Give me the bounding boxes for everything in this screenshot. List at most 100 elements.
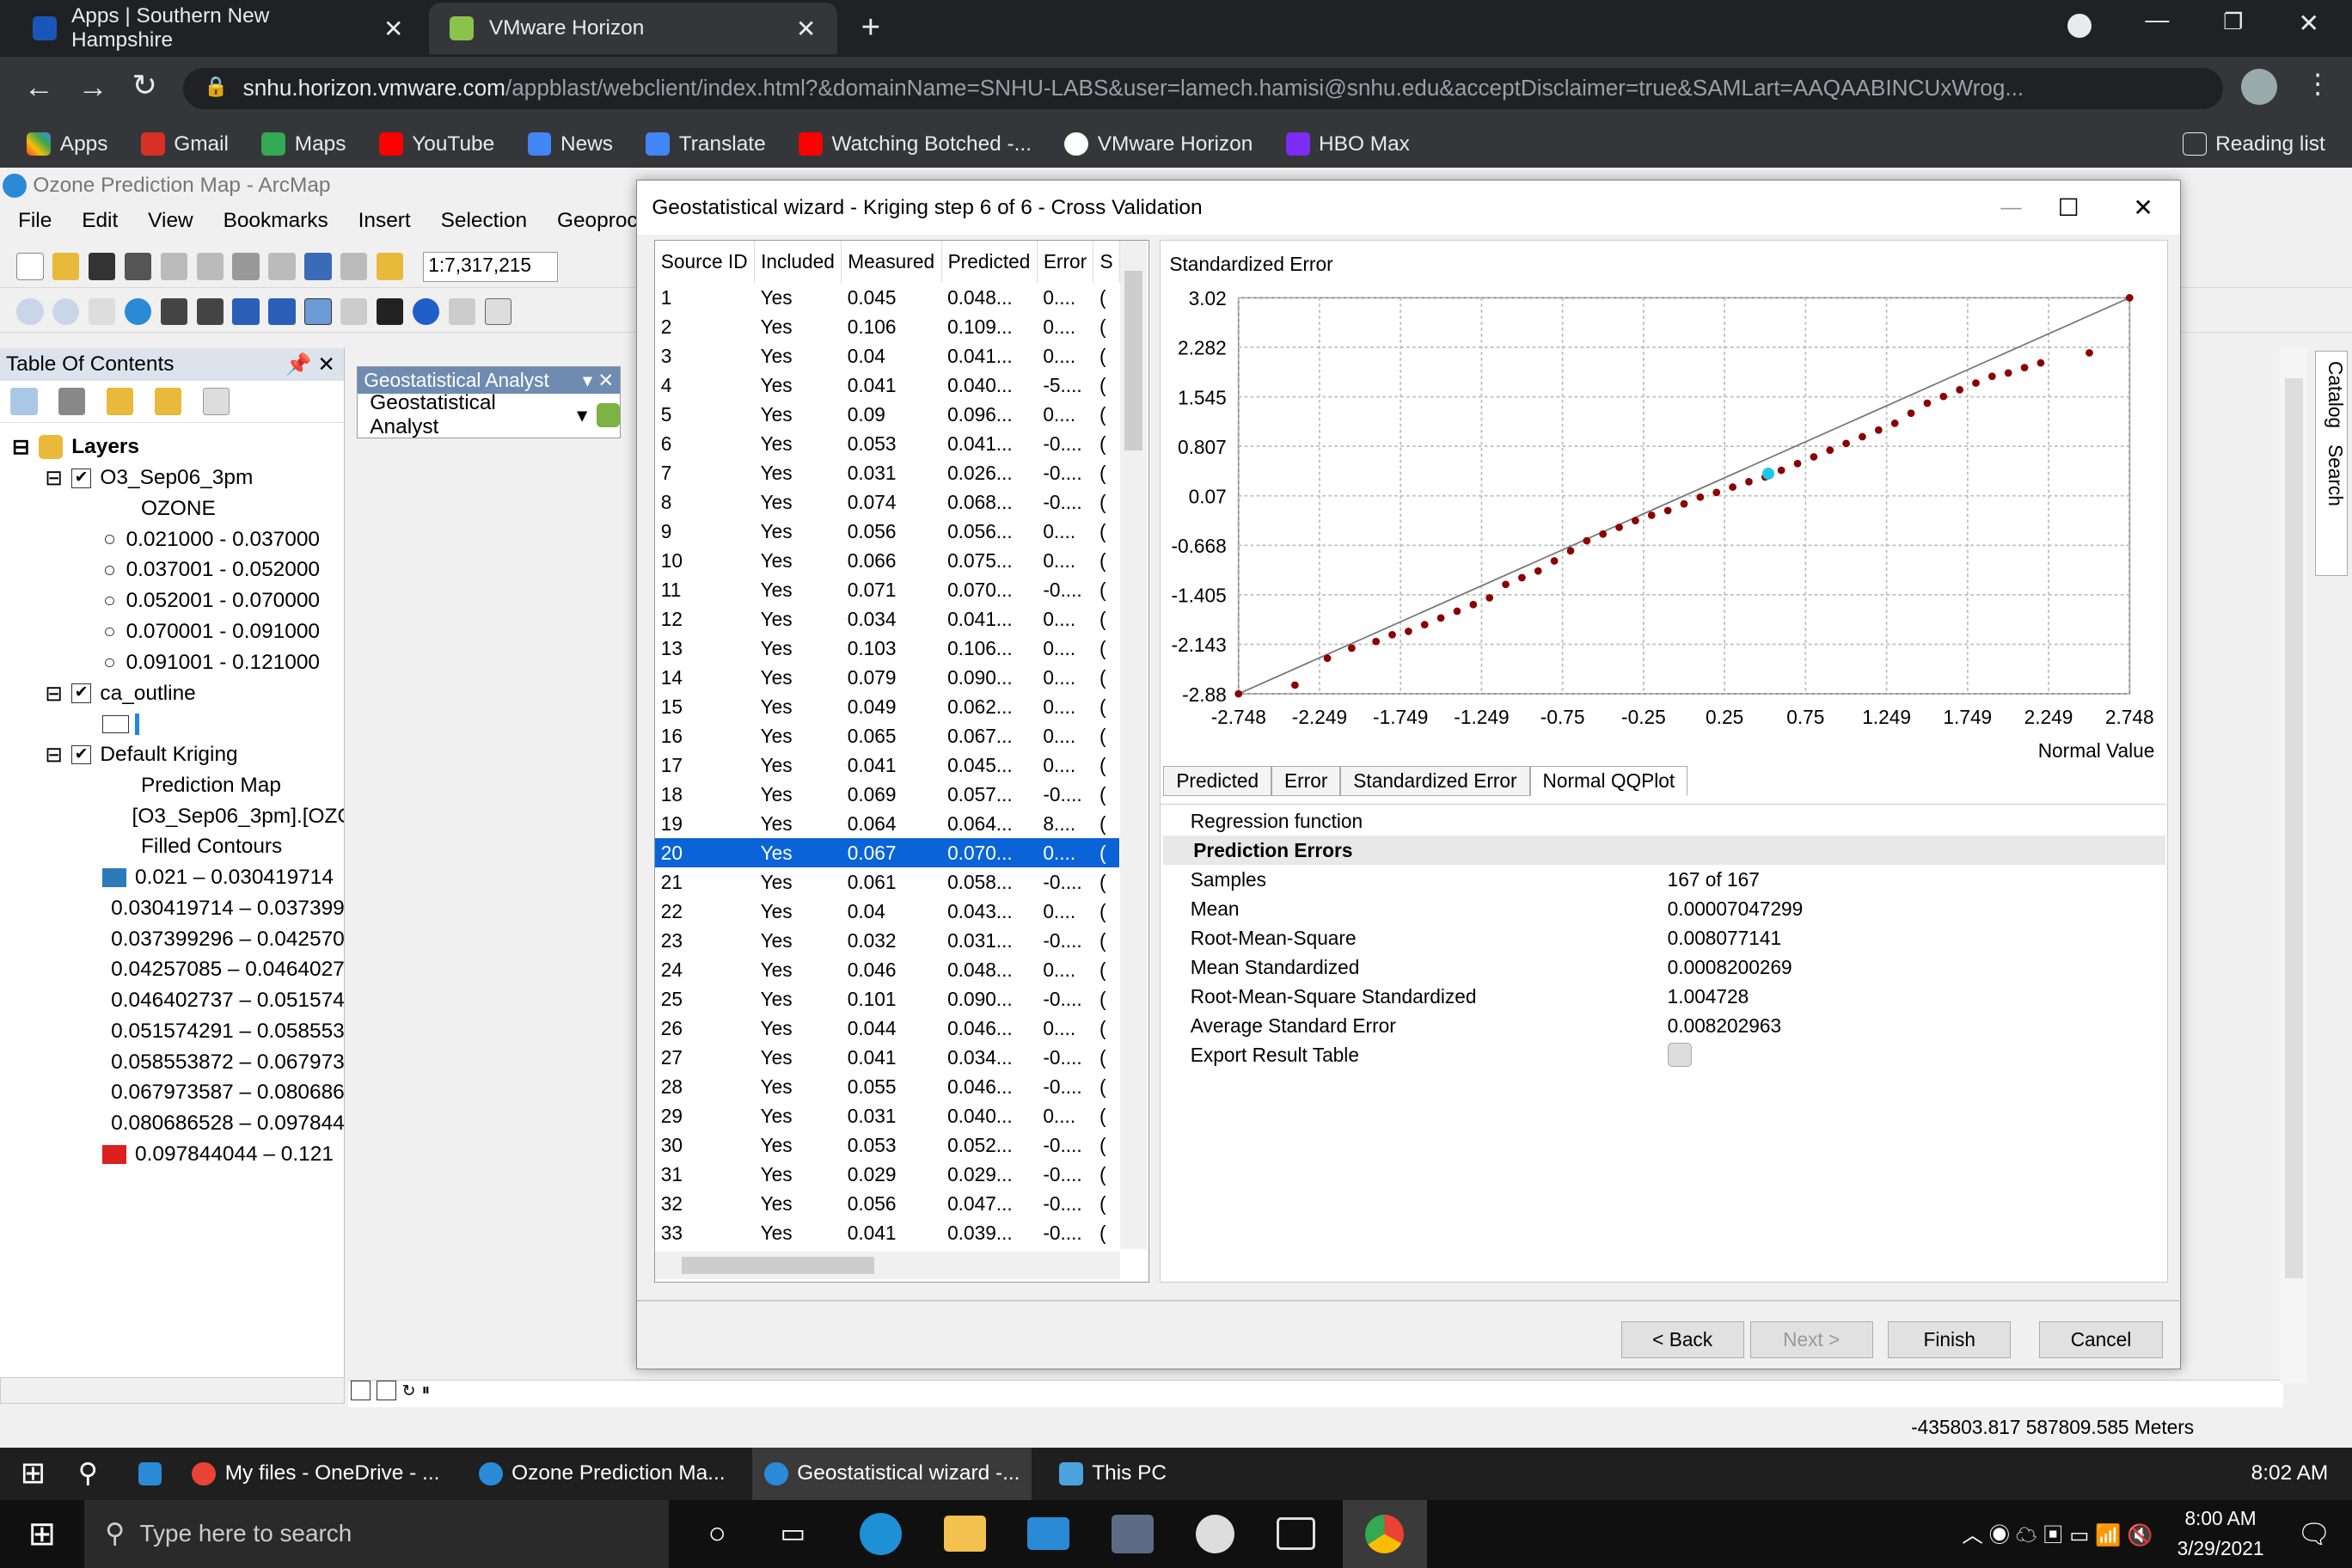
ga-dropdown[interactable]: Geostatistical Analyst ▾ [358, 391, 621, 438]
table-row[interactable]: 17 Yes 0.041 0.045... 0.... ( [655, 750, 1119, 780]
restore-icon[interactable]: ❐ [2223, 9, 2243, 35]
add-data-icon[interactable] [376, 253, 404, 280]
bookmark-translate[interactable]: Translate [646, 132, 766, 156]
tab-standardized-error[interactable]: Standardized Error [1340, 765, 1530, 796]
new-document-icon[interactable] [16, 253, 44, 280]
export-table-icon[interactable] [1667, 1043, 1692, 1068]
table-row[interactable]: 3 Yes 0.04 0.041... 0.... ( [655, 341, 1119, 371]
bookmark-news[interactable]: News [527, 132, 613, 156]
list-by-visibility-icon[interactable] [106, 388, 134, 415]
table-row[interactable]: 33 Yes 0.041 0.039... -0.... ( [655, 1219, 1119, 1248]
file-explorer-icon[interactable] [943, 1516, 986, 1553]
data-point[interactable] [1663, 506, 1672, 515]
bookmark-maps[interactable]: Maps [261, 132, 346, 156]
table-row[interactable]: 9 Yes 0.056 0.056... 0.... ( [655, 517, 1119, 546]
back-extent-icon[interactable] [232, 297, 260, 326]
data-point[interactable] [1420, 621, 1429, 629]
bookmark-botched[interactable]: Watching Botched -... [799, 132, 1032, 156]
table-row[interactable]: 14 Yes 0.079 0.090... 0.... ( [655, 663, 1119, 692]
bookmark-hbomax[interactable]: HBO Max [1285, 132, 1410, 156]
table-horizontal-scrollbar[interactable] [654, 1252, 1120, 1279]
data-point[interactable] [1842, 439, 1850, 448]
col-measured[interactable]: Measured [841, 241, 942, 284]
table-row[interactable]: 24 Yes 0.046 0.048... 0.... ( [655, 955, 1119, 984]
minimize-icon[interactable]: — [2145, 6, 2169, 34]
toc-horizontal-scrollbar[interactable] [0, 1376, 346, 1405]
data-point[interactable] [1696, 493, 1705, 501]
back-button[interactable]: < Back [1620, 1320, 1744, 1359]
stat-row[interactable]: Export Result Table [1163, 1040, 2165, 1069]
next-button[interactable]: Next > [1749, 1320, 1873, 1359]
remote-desktop-icon[interactable] [1277, 1517, 1316, 1551]
table-row[interactable]: 11 Yes 0.071 0.070... -0.... ( [655, 575, 1119, 604]
dialog-close-icon[interactable]: ✕ [2133, 193, 2153, 222]
close-tab-icon[interactable]: ✕ [383, 15, 403, 43]
close-tab-icon[interactable]: ✕ [796, 15, 816, 43]
data-point[interactable] [1729, 483, 1736, 492]
tray-icons[interactable]: ︿ ◉ ☁ ▣ ▭ 📶 🔇 [1962, 1519, 2153, 1549]
data-point[interactable] [1971, 379, 1980, 388]
data-point[interactable] [1485, 594, 1493, 602]
table-row[interactable]: 23 Yes 0.032 0.031... -0.... ( [655, 926, 1119, 955]
table-row[interactable]: 15 Yes 0.049 0.062... 0.... ( [655, 692, 1119, 721]
layer-visibility-checkbox[interactable]: ✔ [71, 683, 91, 703]
selected-data-point[interactable] [1761, 468, 1774, 481]
data-point[interactable] [1372, 637, 1380, 646]
cortana-icon[interactable]: ○ [708, 1516, 726, 1551]
data-point[interactable] [1680, 499, 1688, 508]
store-icon[interactable] [1112, 1514, 1155, 1553]
data-point[interactable] [1566, 547, 1575, 555]
col-error[interactable]: Error [1037, 241, 1094, 284]
url-field[interactable]: 🔒 snhu.horizon.vmware.com/appblast/webcl… [182, 67, 2224, 110]
fixed-zoom-out-icon[interactable] [196, 297, 224, 326]
data-point[interactable] [1907, 409, 1915, 418]
identify-icon[interactable] [412, 297, 440, 326]
data-point[interactable] [1923, 399, 1932, 407]
fixed-zoom-in-icon[interactable] [160, 297, 188, 326]
data-point[interactable] [2125, 294, 2134, 302]
layer-ca-outline[interactable]: ⊟ ✔ ca_outline [0, 678, 344, 709]
layers-node[interactable]: ⊟ Layers [0, 432, 344, 463]
table-row[interactable]: 22 Yes 0.04 0.043... 0.... ( [655, 897, 1119, 926]
zoom-in-icon[interactable] [16, 297, 44, 326]
hyperlink-icon[interactable] [448, 297, 476, 326]
data-point[interactable] [2086, 349, 2093, 357]
layer-default-kriging[interactable]: ⊟ ✔ Default Kriging [0, 739, 344, 770]
list-by-selection-icon[interactable] [154, 388, 182, 415]
clear-selection-icon[interactable] [340, 297, 368, 326]
zoom-out-icon[interactable] [52, 297, 80, 326]
col-predicted[interactable]: Predicted [941, 241, 1038, 284]
data-point[interactable] [1615, 524, 1623, 531]
list-by-source-icon[interactable] [58, 388, 86, 415]
ga-wizard-icon[interactable] [596, 402, 621, 427]
menu-bookmarks[interactable]: Bookmarks [224, 209, 328, 233]
menu-insert[interactable]: Insert [358, 209, 411, 233]
finish-button[interactable]: Finish [1888, 1320, 2012, 1359]
data-point[interactable] [1290, 681, 1299, 689]
col-included[interactable]: Included [754, 241, 842, 284]
data-point[interactable] [1777, 466, 1785, 475]
table-row[interactable]: 5 Yes 0.09 0.096... 0.... ( [655, 400, 1119, 429]
data-point[interactable] [2004, 369, 2012, 377]
table-row[interactable]: 16 Yes 0.065 0.067... 0.... ( [655, 721, 1119, 750]
paste-icon[interactable] [232, 253, 260, 280]
data-point[interactable] [1534, 567, 1542, 575]
chrome-taskbar-button[interactable] [1342, 1500, 1427, 1568]
data-point[interactable] [1347, 644, 1356, 652]
save-icon[interactable] [88, 253, 116, 280]
windows-start-icon[interactable]: ⊞ [0, 1448, 66, 1500]
avatar[interactable] [2241, 69, 2277, 106]
reload-icon[interactable]: ↻ [132, 69, 157, 103]
scrollbar-thumb[interactable] [2284, 377, 2303, 1278]
data-point[interactable] [1502, 580, 1510, 589]
bookmark-apps[interactable]: Apps [27, 132, 107, 156]
col-source-id[interactable]: Source ID [654, 241, 756, 284]
data-point[interactable] [1874, 426, 1883, 434]
taskbar-onedrive[interactable]: My files - OneDrive - ... [180, 1448, 451, 1500]
data-point[interactable] [1826, 446, 1834, 455]
map-scale-field[interactable]: 1:7,317,215 [423, 251, 559, 282]
toc-close-icon[interactable]: 📌 ✕ [285, 352, 335, 377]
data-point[interactable] [1323, 654, 1332, 663]
search-icon[interactable]: ⚲ [66, 1448, 126, 1500]
col-standard-error[interactable]: S [1093, 241, 1120, 284]
